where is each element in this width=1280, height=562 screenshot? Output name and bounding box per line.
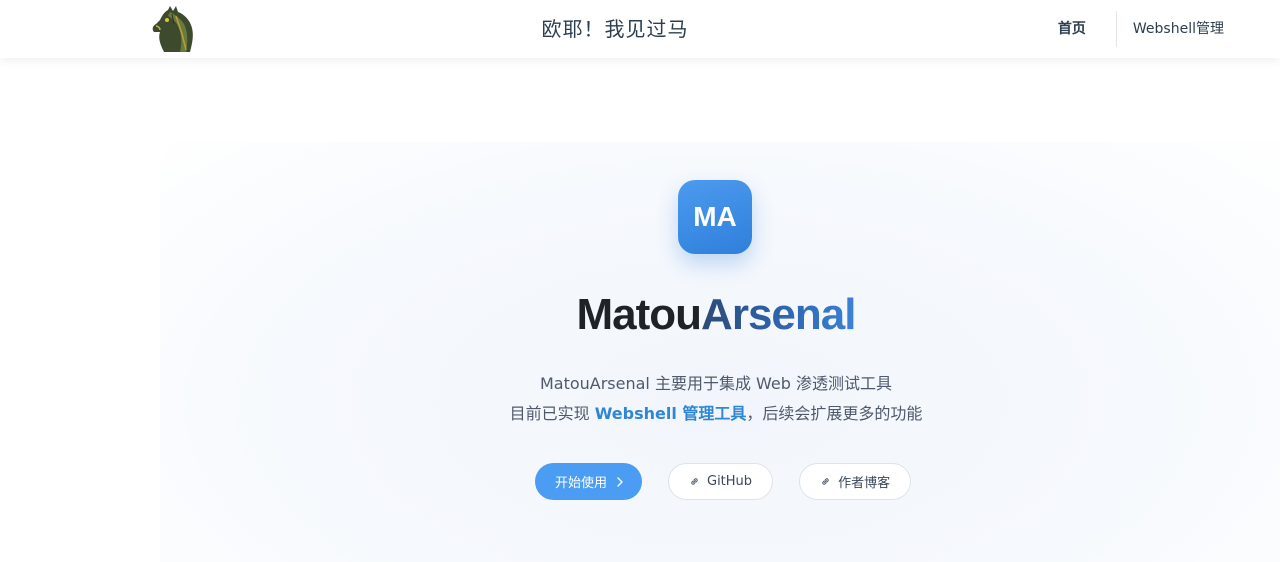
desc-line2-suffix: ，后续会扩展更多的功能 (746, 404, 923, 423)
hero-description: MatouArsenal 主要用于集成 Web 渗透测试工具 目前已实现 Web… (0, 369, 1280, 429)
link-icon (820, 476, 831, 487)
author-blog-label: 作者博客 (838, 476, 891, 491)
hero-actions: 开始使用 GitHub 作者博客 (535, 463, 912, 500)
hero-desc-line1: MatouArsenal 主要用于集成 Web 渗透测试工具 (539, 374, 893, 393)
desc-line2-prefix: 目前已实现 (509, 404, 595, 423)
top-navbar: 欧耶！我见过马 首页 Webshell管理 (0, 0, 1280, 58)
horse-logo-icon[interactable] (150, 4, 198, 54)
hero-title: MatouArsenal (0, 290, 1280, 340)
link-icon (689, 476, 700, 487)
get-started-button[interactable]: 开始使用 (535, 463, 642, 500)
hero-desc-line2: 目前已实现 Webshell 管理工具，后续会扩展更多的功能 (0, 399, 1280, 429)
author-blog-button[interactable]: 作者博客 (799, 463, 912, 500)
nav-home[interactable]: 首页 (1042, 11, 1116, 47)
main-nav: 首页 Webshell管理 (1042, 0, 1240, 58)
app-badge-logo: MA (678, 180, 752, 254)
desc-line2-highlight: Webshell 管理工具 (594, 404, 747, 423)
chevron-right-icon (616, 476, 624, 487)
github-button[interactable]: GitHub (668, 463, 774, 500)
get-started-label: 开始使用 (555, 476, 608, 491)
github-label: GitHub (707, 474, 753, 489)
hero-title-part1: Matou (576, 290, 703, 339)
hero-title-part2: Arsenal (701, 290, 856, 339)
nav-webshell-management[interactable]: Webshell管理 (1117, 11, 1240, 47)
